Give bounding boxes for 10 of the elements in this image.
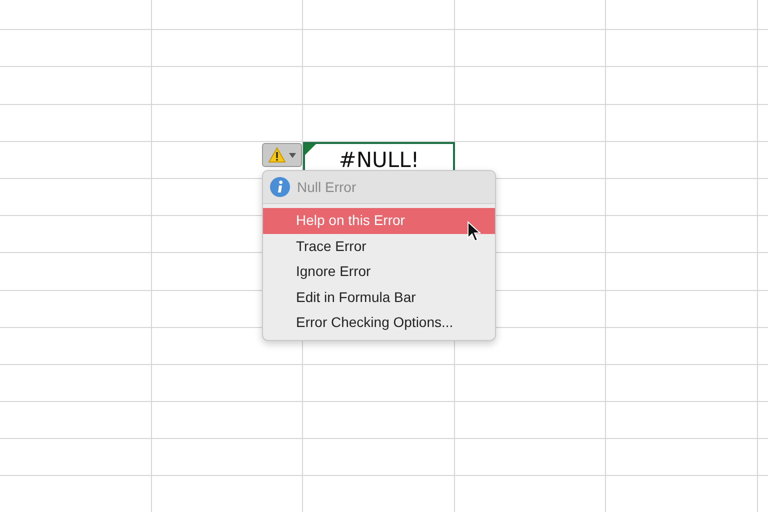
- mouse-pointer-icon: [467, 221, 481, 242]
- info-icon: [270, 177, 290, 197]
- menu-item[interactable]: Trace Error: [263, 234, 495, 260]
- menu-item[interactable]: Ignore Error: [263, 259, 495, 285]
- error-options-button[interactable]: [262, 143, 302, 167]
- menu-item[interactable]: Error Checking Options...: [263, 310, 495, 336]
- menu-header: Null Error: [297, 179, 356, 195]
- menu-item[interactable]: Edit in Formula Bar: [263, 284, 495, 310]
- caret-icon: [289, 152, 296, 158]
- warning-icon: [268, 147, 286, 163]
